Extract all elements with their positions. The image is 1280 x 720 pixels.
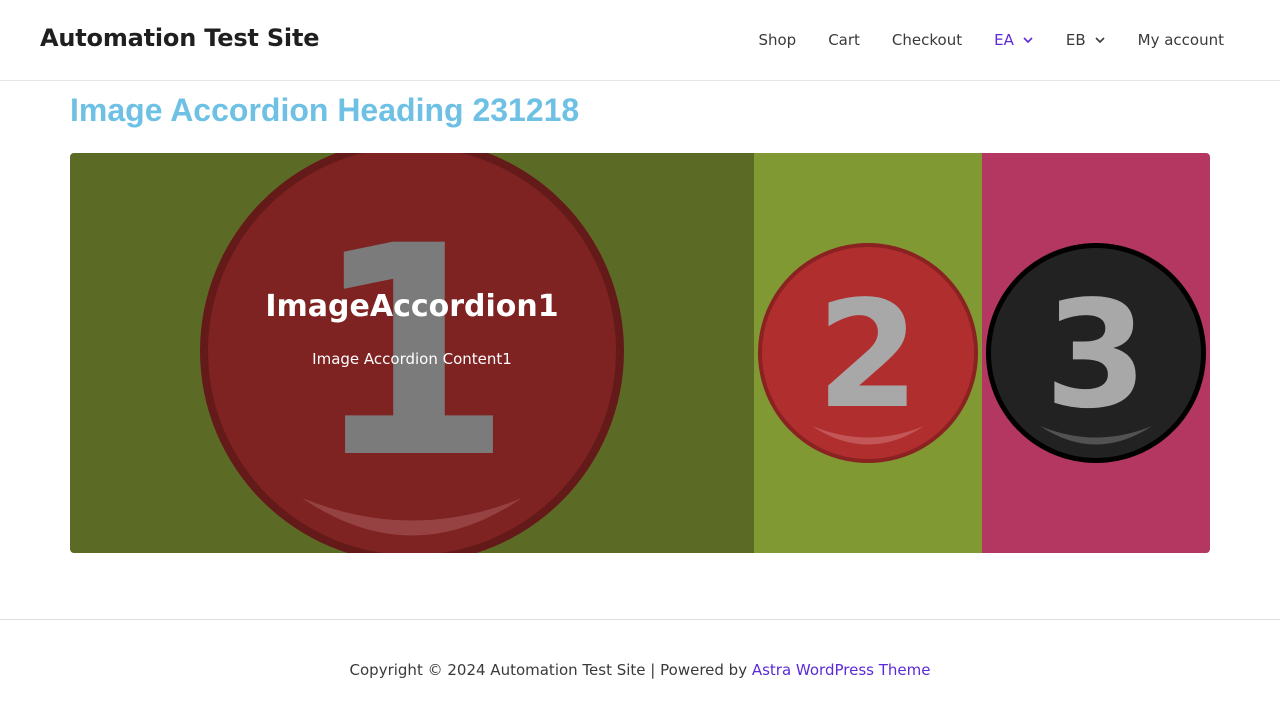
accordion-panel-1[interactable]: 1 ImageAccordion1 Image Accordion Conten… — [70, 153, 754, 553]
astra-theme-link[interactable]: Astra WordPress Theme — [752, 661, 931, 679]
footer-copyright: Copyright © 2024 Automation Test Site | … — [0, 661, 1280, 679]
image-accordion: 1 ImageAccordion1 Image Accordion Conten… — [70, 153, 1210, 553]
nav-item-label: My account — [1137, 31, 1224, 49]
accordion-panel-content: Image Accordion Content1 — [312, 349, 512, 368]
accordion-caption: ImageAccordion1 Image Accordion Content1 — [70, 153, 754, 553]
number-two-badge-image: 2 — [754, 153, 982, 553]
page-heading: Image Accordion Heading 231218 — [70, 92, 580, 128]
main-navigation: Shop Cart Checkout EA EB My account — [742, 0, 1240, 80]
site-header: Automation Test Site Shop Cart Checkout … — [0, 0, 1280, 81]
nav-item-label: Shop — [758, 31, 797, 49]
chevron-down-icon[interactable] — [1022, 34, 1034, 46]
accordion-panel-2[interactable]: 2 — [754, 153, 982, 553]
nav-item-ea[interactable]: EA — [978, 31, 1050, 49]
nav-item-shop[interactable]: Shop — [742, 31, 812, 49]
copyright-text: Copyright © 2024 Automation Test Site | … — [349, 661, 752, 679]
number-three-badge-image: 3 — [982, 153, 1210, 553]
site-footer: Copyright © 2024 Automation Test Site | … — [0, 619, 1280, 720]
chevron-down-icon[interactable] — [1094, 34, 1106, 46]
nav-item-label: Cart — [828, 31, 860, 49]
accordion-panel-title: ImageAccordion1 — [265, 288, 559, 324]
nav-item-checkout[interactable]: Checkout — [876, 31, 978, 49]
nav-item-label: Checkout — [891, 31, 963, 49]
nav-item-eb[interactable]: EB — [1050, 31, 1122, 49]
number-glyph-3: 3 — [1045, 269, 1148, 441]
accordion-panel-3[interactable]: 3 — [982, 153, 1210, 553]
nav-item-label: EB — [1065, 31, 1086, 49]
nav-item-cart[interactable]: Cart — [812, 31, 876, 49]
site-title-link[interactable]: Automation Test Site — [40, 24, 319, 52]
number-glyph-2: 2 — [817, 269, 920, 441]
nav-item-my-account[interactable]: My account — [1122, 31, 1240, 49]
nav-item-label: EA — [994, 31, 1014, 49]
